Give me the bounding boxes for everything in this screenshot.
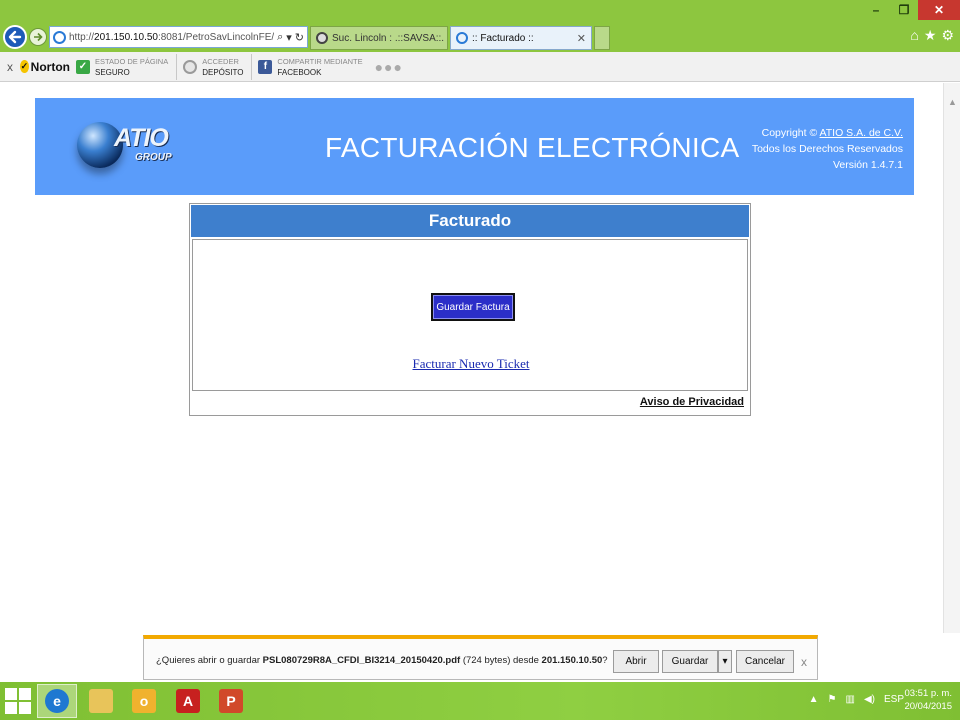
tab-label: Suc. Lincoln : .::SAVSA::. xyxy=(332,32,445,44)
close-icon[interactable]: x xyxy=(801,655,807,669)
gear-icon[interactable]: ⚙ xyxy=(941,27,954,44)
taskbar-powerpoint[interactable]: P xyxy=(211,684,251,718)
facebook-icon: f xyxy=(258,59,273,74)
page-status-label: ESTADO DE PÁGINA xyxy=(95,56,169,66)
vault-access-value: DEPÓSITO xyxy=(202,67,244,77)
cancel-button[interactable]: Cancelar xyxy=(736,650,794,673)
back-arrow-icon xyxy=(8,30,22,44)
taskbar-internet-explorer[interactable]: e xyxy=(37,684,77,718)
pdf-icon: A xyxy=(176,689,200,713)
taskbar-outlook[interactable]: o xyxy=(124,684,164,718)
outlook-icon: o xyxy=(132,689,156,713)
norton-check-icon: ✓ xyxy=(20,60,29,73)
refresh-icon[interactable]: ↻ xyxy=(295,31,304,44)
page-status-value: SEGURO xyxy=(95,67,130,77)
minimize-button[interactable]: – xyxy=(862,0,890,20)
panel-header: Facturado xyxy=(191,205,749,237)
restore-button[interactable]: ❐ xyxy=(890,0,918,20)
atio-group-logo: ATIO GROUP xyxy=(77,120,173,176)
tab-suc-lincoln[interactable]: Suc. Lincoln : .::SAVSA::. xyxy=(310,26,448,50)
browser-toolbar-icons: ⌂ ★ ⚙ xyxy=(910,27,954,44)
tab-label: :: Facturado :: xyxy=(472,32,534,44)
new-ticket-link[interactable]: Facturar Nuevo Ticket xyxy=(193,356,749,372)
browser-title-bar: – ❐ ✕ http://201.150.10.50:8081/PetroSav… xyxy=(0,0,960,52)
page-content: ATIO GROUP FACTURACIÓN ELECTRÓNICA Copyr… xyxy=(0,83,943,633)
scroll-up-icon[interactable]: ▲ xyxy=(948,97,957,107)
taskbar-acrobat[interactable]: A xyxy=(168,684,208,718)
facebook-share-item[interactable]: f COMPARTIR MEDIANTE FACEBOOK xyxy=(258,54,370,80)
site-banner: ATIO GROUP FACTURACIÓN ELECTRÓNICA Copyr… xyxy=(35,98,914,195)
invoice-panel: Facturado Guardar Factura Facturar Nuevo… xyxy=(189,203,751,416)
vault-access-label: ACCEDER xyxy=(202,56,239,66)
window-controls: – ❐ ✕ xyxy=(862,0,960,20)
checkmark-icon: ✓ xyxy=(76,59,90,74)
site-favicon-icon xyxy=(316,32,328,44)
new-tab-button[interactable] xyxy=(594,26,610,50)
chevron-down-icon[interactable]: ▾ xyxy=(286,31,292,44)
vault-icon xyxy=(183,59,198,74)
windows-taskbar: e o A P ▲ ⚑ ▥ ◀) ESP 03:51 p. m. 20/04/2… xyxy=(0,682,960,720)
logo-main-text: ATIO xyxy=(114,124,169,152)
taskbar-clock[interactable]: 03:51 p. m. 20/04/2015 xyxy=(904,687,952,713)
tab-facturado[interactable]: :: Facturado :: ✕ xyxy=(450,26,592,50)
logo-sub-text: GROUP xyxy=(135,152,172,163)
address-bar[interactable]: http://201.150.10.50:8081/PetroSavLincol… xyxy=(49,26,308,48)
address-url[interactable]: http://201.150.10.50:8081/PetroSavLincol… xyxy=(69,32,274,43)
clock-time: 03:51 p. m. xyxy=(904,688,952,699)
search-icon[interactable]: ⌕ xyxy=(277,31,283,44)
vault-access-item[interactable]: ACCEDER DEPÓSITO xyxy=(183,53,253,80)
norton-logo[interactable]: ✓ Norton xyxy=(20,60,70,74)
copyright-block: Copyright © ATIO S.A. de C.V. Todos los … xyxy=(752,125,903,173)
ie-page-icon xyxy=(456,32,468,44)
close-toolbar-button[interactable]: x xyxy=(0,60,20,74)
forward-button[interactable] xyxy=(29,28,47,46)
show-hidden-icons-icon[interactable]: ▲ xyxy=(809,694,819,705)
norton-logo-text: Norton xyxy=(30,59,70,74)
version-text: Versión 1.4.7.1 xyxy=(832,159,903,171)
download-host: 201.150.10.50 xyxy=(541,655,603,666)
network-icon[interactable]: ▥ xyxy=(846,694,855,705)
back-button[interactable] xyxy=(3,25,27,49)
save-invoice-button[interactable]: Guardar Factura xyxy=(431,293,515,321)
page-title: FACTURACIÓN ELECTRÓNICA xyxy=(325,132,740,163)
norton-toolbar: x ✓ Norton ✓ ESTADO DE PÁGINA SEGURO ACC… xyxy=(0,52,960,82)
favorites-star-icon[interactable]: ★ xyxy=(924,27,937,44)
download-filename: PSL080729R8A_CFDI_BI3214_20150420.pdf xyxy=(262,655,461,666)
download-notification-bar: ¿Quieres abrir o guardar PSL080729R8A_CF… xyxy=(143,635,818,680)
facebook-share-label: COMPARTIR MEDIANTE xyxy=(277,56,363,66)
start-button[interactable] xyxy=(5,688,31,714)
company-link[interactable]: ATIO S.A. de C.V. xyxy=(820,127,903,139)
home-icon[interactable]: ⌂ xyxy=(910,27,918,44)
rights-text: Todos los Derechos Reservados xyxy=(751,143,903,155)
internet-explorer-icon: e xyxy=(45,689,69,713)
system-tray: ▲ ⚑ ▥ ◀) ESP xyxy=(809,694,904,705)
privacy-notice-link[interactable]: Aviso de Privacidad xyxy=(640,396,744,408)
taskbar-file-explorer[interactable] xyxy=(81,684,121,718)
open-button[interactable]: Abrir xyxy=(613,650,659,673)
clock-date: 20/04/2015 xyxy=(904,701,952,712)
download-prompt: ¿Quieres abrir o guardar PSL080729R8A_CF… xyxy=(156,655,608,666)
copyright-prefix: Copyright © xyxy=(761,127,818,139)
folder-icon xyxy=(89,689,113,713)
ie-page-icon xyxy=(53,30,66,44)
facebook-share-value: FACEBOOK xyxy=(277,67,322,77)
close-tab-icon[interactable]: ✕ xyxy=(577,32,586,45)
more-options-icon[interactable]: ●●● xyxy=(375,59,403,75)
powerpoint-icon: P xyxy=(219,689,243,713)
save-options-dropdown[interactable]: ▾ xyxy=(718,650,732,673)
page-status-item[interactable]: ✓ ESTADO DE PÁGINA SEGURO xyxy=(76,53,178,80)
language-indicator[interactable]: ESP xyxy=(884,694,904,705)
action-center-flag-icon[interactable]: ⚑ xyxy=(828,694,837,705)
save-download-button[interactable]: Guardar xyxy=(662,650,718,673)
close-window-button[interactable]: ✕ xyxy=(918,0,960,20)
vertical-scrollbar[interactable]: ▲ xyxy=(943,83,960,633)
panel-body: Guardar Factura Facturar Nuevo Ticket xyxy=(192,239,748,391)
forward-arrow-icon xyxy=(34,32,43,42)
volume-icon[interactable]: ◀) xyxy=(864,694,875,705)
